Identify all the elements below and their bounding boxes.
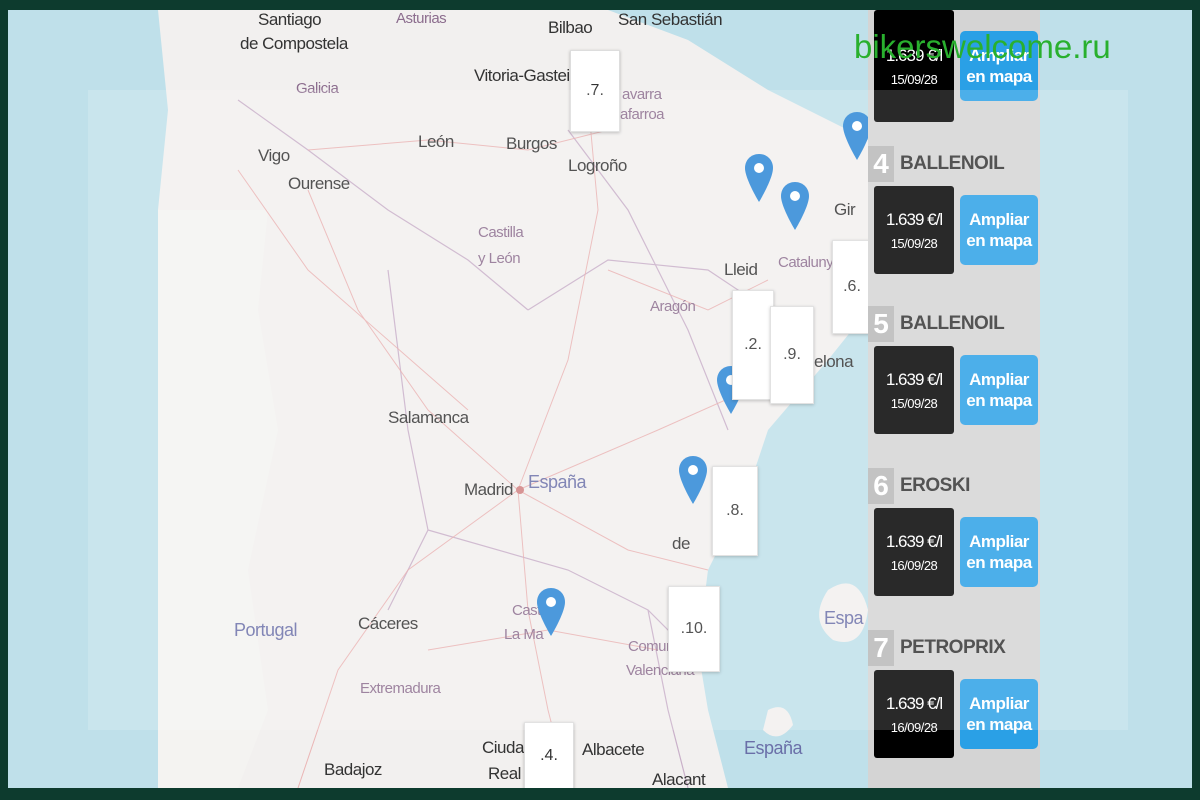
price-box: 1.639 €/l 16/09/28 [874, 670, 954, 758]
station-price: 1.639 €/l [885, 531, 943, 551]
station-name: BALLENOIL [900, 313, 1005, 334]
station-date: 15/09/28 [890, 71, 938, 87]
zoom-in-map-button[interactable]: Ampliar en mapa [960, 195, 1038, 265]
map-marker-label[interactable]: .7. [570, 50, 620, 132]
map-label-logrono: Logroño [568, 156, 627, 175]
map-label-castilla-2: y León [478, 250, 521, 267]
station-name: EROSKI [900, 475, 970, 496]
map-marker-label[interactable]: .2. [732, 290, 774, 400]
station-number: 4 [868, 146, 894, 182]
station-name: PETROPRIX [900, 637, 1006, 658]
station-item: 7 PETROPRIX 1.639 €/l 16/09/28 Ampliar e… [868, 630, 1040, 764]
madrid-dot [516, 486, 524, 494]
station-number: 6 [868, 468, 894, 504]
zoom-in-map-button[interactable]: Ampliar en mapa [960, 517, 1038, 587]
price-box: 1.639 €/l 15/09/28 [874, 186, 954, 274]
station-price: 1.639 €/l [885, 693, 943, 713]
map-label-espana-islands-1: Espa [824, 608, 864, 628]
map-label-galicia: Galicia [296, 80, 339, 97]
map-label-leon: León [418, 132, 454, 151]
station-price: 1.639 €/l [885, 209, 943, 229]
map-marker-label[interactable]: .10. [668, 586, 720, 672]
map-label-espana-islands-2: España [744, 738, 803, 758]
map-label-portugal: Portugal [234, 620, 298, 640]
map-label-comunitat-1: Comun [628, 638, 674, 655]
station-item: 5 BALLENOIL 1.639 €/l 15/09/28 Ampliar e… [868, 306, 1040, 440]
station-date: 16/09/28 [890, 719, 938, 735]
map-label-barcelona: elona [814, 352, 854, 371]
map-label-burgos: Burgos [506, 134, 557, 153]
zoom-in-map-button[interactable]: Ampliar en mapa [960, 355, 1038, 425]
map-label-albacete: Albacete [582, 740, 645, 759]
station-list-panel: 1.639 €/l 15/09/28 Ampliar en mapa 4 BAL… [868, 10, 1040, 788]
station-number: 5 [868, 306, 894, 342]
map-label-castilla-1: Castilla [478, 224, 524, 241]
map-label-vitoria: Vitoria-Gasteiz [474, 66, 578, 85]
map-marker-pin[interactable] [744, 154, 774, 202]
map-marker-pin[interactable] [678, 456, 708, 504]
station-item: 6 EROSKI 1.639 €/l 16/09/28 Ampliar en m… [868, 468, 1040, 602]
map-label-alacant: Alacant [652, 770, 706, 788]
map-label-extremadura: Extremadura [360, 680, 441, 697]
map-label-ourense: Ourense [288, 174, 350, 193]
map-label-madrid: Madrid [464, 480, 513, 499]
map-label-navarra-1: avarra [622, 86, 662, 103]
map-label-aragon: Aragón [650, 298, 696, 315]
station-number: 7 [868, 630, 894, 666]
map-marker-pin[interactable] [536, 588, 566, 636]
map-marker-label[interactable]: .6. [832, 240, 872, 334]
map-label-espana: España [528, 472, 587, 492]
map-label-navarra-2: afarroa [620, 106, 665, 123]
station-price: 1.639 €/l [885, 369, 943, 389]
site-watermark: bikerswelcome.ru [854, 28, 1111, 65]
map-label-lleida: Lleid [724, 260, 758, 279]
price-box: 1.639 €/l 15/09/28 [874, 10, 954, 122]
map-marker-label[interactable]: .4. [524, 722, 574, 788]
price-box: 1.639 €/l 16/09/28 [874, 508, 954, 596]
map-marker-pin[interactable] [780, 182, 810, 230]
price-box: 1.639 €/l 15/09/28 [874, 346, 954, 434]
zoom-in-map-button[interactable]: Ampliar en mapa [960, 679, 1038, 749]
map-label-girona: Gir [834, 200, 856, 219]
map-label-caceres: Cáceres [358, 614, 418, 633]
map-viewport[interactable]: Santiago de Compostela Asturias Bilbao S… [8, 10, 1192, 788]
station-name: BALLENOIL [900, 153, 1005, 174]
map-label-santiago: Santiago [258, 10, 322, 29]
station-date: 15/09/28 [890, 235, 938, 251]
map-label-san-sebastian: San Sebastián [618, 10, 723, 29]
map-label-ciudad-real-2: Real [488, 764, 521, 783]
balearic-island-small [763, 707, 793, 737]
map-label-vigo: Vigo [258, 146, 290, 165]
image-frame: Santiago de Compostela Asturias Bilbao S… [0, 0, 1200, 800]
map-label-badajoz: Badajoz [324, 760, 382, 779]
station-item: 4 BALLENOIL 1.639 €/l 15/09/28 Ampliar e… [868, 146, 1040, 280]
map-label-asturias: Asturias [396, 10, 447, 27]
map-label-valencia: de [672, 534, 690, 553]
map-label-compostela: de Compostela [240, 34, 348, 53]
station-date: 15/09/28 [890, 395, 938, 411]
map-marker-label[interactable]: .8. [712, 466, 758, 556]
station-date: 16/09/28 [890, 557, 938, 573]
map-marker-label[interactable]: .9. [770, 306, 814, 404]
map-label-salamanca: Salamanca [388, 408, 469, 427]
map-label-bilbao: Bilbao [548, 18, 593, 37]
